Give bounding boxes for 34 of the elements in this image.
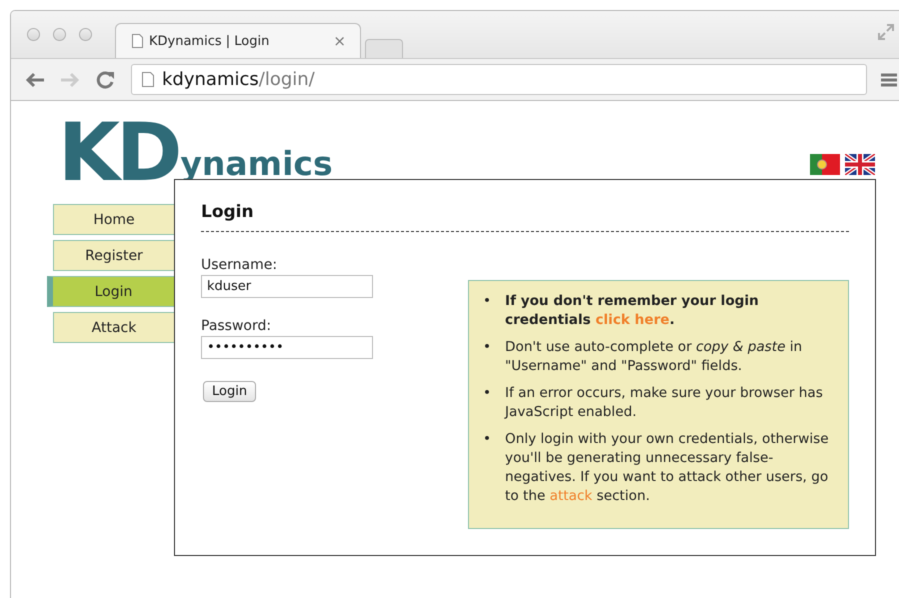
tip-text: Don't use auto-complete or copy & paste in "Username" and "Password" fields.	[505, 338, 804, 376]
password-field[interactable]: ••••••••••	[201, 336, 373, 359]
tip-text: If you don't remember your login credentials click here.	[505, 292, 760, 330]
bullet: •	[483, 292, 492, 311]
bullet: •	[483, 384, 492, 403]
username-field[interactable]: kduser	[201, 275, 373, 298]
portuguese-flag-icon[interactable]	[810, 154, 840, 175]
site-logo: KDynamics	[58, 121, 333, 185]
fullscreen-icon[interactable]	[877, 23, 895, 41]
login-title: Login	[201, 202, 849, 232]
tip-text: If an error occurs, make sure your browser has JavaScript enabled.	[505, 384, 824, 422]
zoom-window-icon[interactable]	[79, 28, 92, 41]
new-tab-button[interactable]	[365, 39, 403, 58]
nav-item[interactable]: Home	[53, 204, 174, 235]
browser-tab[interactable]: KDynamics | Login ×	[115, 23, 361, 58]
british-flag-icon[interactable]	[845, 154, 875, 175]
username-label: Username:	[201, 257, 278, 273]
login-button[interactable]: Login	[203, 381, 256, 402]
address-bar[interactable]: kdynamics/login/	[131, 64, 867, 95]
minimize-window-icon[interactable]	[53, 28, 66, 41]
tab-close-button[interactable]: ×	[329, 32, 350, 50]
bullet: •	[483, 338, 492, 357]
bullet: •	[483, 430, 492, 449]
page-icon	[142, 72, 154, 87]
page-icon	[132, 34, 143, 48]
tip-text: Only login with your own credentials, otherwise you'll be generating unnecessary false-negatives. If you want to attack other users, go to the attack section.	[505, 430, 830, 506]
tab-title: KDynamics | Login	[149, 34, 270, 48]
menu-button[interactable]	[880, 72, 898, 88]
password-label: Password:	[201, 318, 272, 334]
nav-item[interactable]: Register	[53, 240, 174, 271]
nav-item[interactable]: Attack	[53, 312, 174, 343]
nav-item[interactable]: Login	[47, 276, 174, 307]
url-text: kdynamics/login/	[162, 69, 315, 90]
close-window-icon[interactable]	[27, 28, 40, 41]
